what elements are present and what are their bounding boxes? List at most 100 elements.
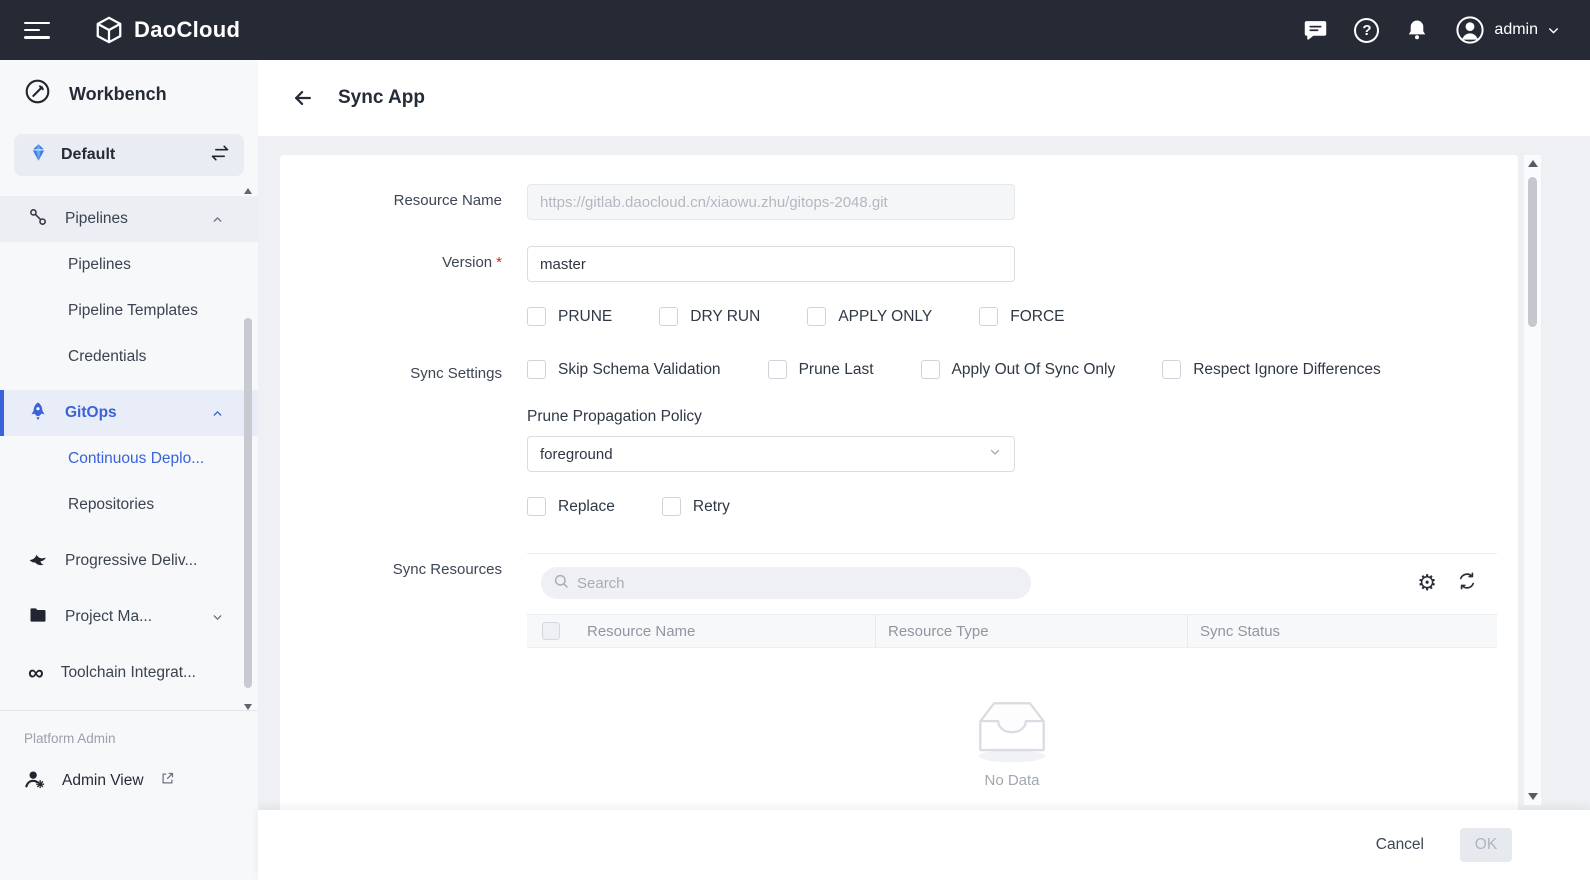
topbar: DaoCloud ? admin [0,0,1590,60]
checkbox-box [921,360,940,379]
workbench-header[interactable]: Workbench [0,60,258,128]
checkbox-label: DRY RUN [690,308,760,326]
checkbox-box [659,307,678,326]
brand[interactable]: DaoCloud [94,15,240,45]
cancel-button[interactable]: Cancel [1376,836,1424,854]
main-scrollbar[interactable] [1524,155,1541,805]
resource-name-input [527,184,1015,220]
menu-toggle-icon[interactable] [24,22,50,39]
checkbox-label: Apply Out Of Sync Only [952,361,1116,379]
search-box[interactable] [541,567,1031,599]
chevron-up-icon [211,407,224,420]
sidebar-item-project-management[interactable]: Project Ma... [0,594,258,640]
respect-ignore-differences-checkbox[interactable]: Respect Ignore Differences [1162,360,1381,379]
sidebar-item-repositories[interactable]: Repositories [0,482,258,528]
bird-icon [28,549,48,574]
pipelines-icon [28,207,48,232]
switch-workspace-icon[interactable] [210,143,230,168]
sidebar-scrollbar[interactable] [242,188,254,710]
sync-settings-row: Sync Settings Skip Schema Validation Pru… [280,357,1518,382]
content-area: Resource Name Version* PRUNE DRY RUN APP… [258,136,1590,880]
skip-schema-validation-checkbox[interactable]: Skip Schema Validation [527,360,721,379]
sidebar-item-credentials[interactable]: Credentials [0,334,258,380]
user-menu[interactable]: admin [1455,15,1560,45]
daocloud-logo-icon [94,15,124,45]
scrollbar-thumb[interactable] [244,318,252,688]
checkbox-label: Skip Schema Validation [558,361,721,379]
replace-checkbox[interactable]: Replace [527,497,615,516]
sidebar-item-gitops-group[interactable]: GitOps [0,390,258,436]
checkbox-box [527,360,546,379]
notifications-bell-icon[interactable] [1405,18,1429,42]
sidebar-item-admin-view[interactable]: Admin View [0,758,258,804]
search-input[interactable] [577,575,1019,592]
dry-run-checkbox[interactable]: DRY RUN [659,307,760,326]
checkbox-label: FORCE [1010,308,1064,326]
resource-name-row: Resource Name [280,184,1518,220]
sidebar-item-label: Repositories [68,496,224,514]
force-checkbox[interactable]: FORCE [979,307,1064,326]
sync-settings-label: Sync Settings [280,357,502,382]
prune-propagation-policy-select[interactable]: foreground [527,436,1015,472]
column-resource-type: Resource Type [875,615,1187,647]
admin-view-label: Admin View [62,772,144,790]
scroll-down-arrow[interactable] [1528,793,1538,800]
scroll-up-arrow[interactable] [1528,160,1538,167]
chevron-down-icon [988,445,1002,463]
checkbox-label: PRUNE [558,308,612,326]
apply-out-of-sync-only-checkbox[interactable]: Apply Out Of Sync Only [921,360,1116,379]
checkbox-box [542,622,560,640]
prune-last-checkbox[interactable]: Prune Last [768,360,874,379]
infinity-icon: ∞ [28,666,44,680]
table-header-row: Resource Name Resource Type Sync Status [527,614,1497,648]
sidebar-item-pipelines-group[interactable]: Pipelines [0,196,258,242]
messages-icon[interactable] [1303,18,1328,43]
empty-inbox-icon [968,692,1056,764]
workbench-label: Workbench [69,84,167,105]
select-value: foreground [540,446,988,463]
help-icon[interactable]: ? [1354,18,1379,43]
sidebar-item-pipeline-templates[interactable]: Pipeline Templates [0,288,258,334]
workspace-name: Default [61,146,198,164]
page-header: Sync App [258,60,1590,136]
workspace-diamond-icon [28,142,49,168]
workspace-selector[interactable]: Default [14,134,244,176]
sidebar-item-continuous-deployment[interactable]: Continuous Deplo... [0,436,258,482]
scrollbar-thumb[interactable] [1528,177,1537,327]
scroll-up-arrow[interactable] [244,188,252,194]
sidebar-item-label: Toolchain Integrat... [61,664,224,682]
sidebar-item-progressive-delivery[interactable]: Progressive Deliv... [0,538,258,584]
checkbox-box [1162,360,1181,379]
sidebar-item-label: Progressive Deliv... [65,552,224,570]
retry-checkbox[interactable]: Retry [662,497,730,516]
gear-icon[interactable]: ⚙ [1417,572,1437,594]
resource-name-label: Resource Name [280,184,502,220]
sync-resources-label: Sync Resources [280,553,502,789]
back-arrow-icon[interactable] [292,87,314,109]
select-all-checkbox[interactable] [527,615,575,647]
version-row: Version* [280,246,1518,282]
sidebar-item-label: Pipelines [68,256,224,274]
sidebar-item-label: Pipeline Templates [68,302,224,320]
sidebar-item-label: Credentials [68,348,224,366]
sidebar: Workbench Default Pipelines Pipelines Pi… [0,60,258,880]
refresh-icon[interactable] [1457,571,1477,596]
prune-checkbox[interactable]: PRUNE [527,307,612,326]
flags-row: PRUNE DRY RUN APPLY ONLY FORCE [280,307,1518,326]
checkbox-box [768,360,787,379]
prune-policy-label-row: Prune Propagation Policy [280,408,1518,426]
external-link-icon [160,771,175,791]
checkbox-label: Respect Ignore Differences [1193,361,1381,379]
column-resource-name: Resource Name [575,615,875,647]
chevron-down-icon [211,611,224,624]
prune-propagation-policy-label: Prune Propagation Policy [527,408,702,426]
folder-icon [28,605,48,630]
admin-user-gear-icon [24,768,46,795]
apply-only-checkbox[interactable]: APPLY ONLY [807,307,932,326]
scroll-down-arrow[interactable] [244,704,252,710]
prune-policy-select-row: foreground [280,436,1518,472]
version-input[interactable] [527,246,1015,282]
sidebar-item-pipelines[interactable]: Pipelines [0,242,258,288]
sidebar-item-toolchain-integration[interactable]: ∞ Toolchain Integrat... [0,650,258,696]
ok-button[interactable]: OK [1460,828,1512,862]
